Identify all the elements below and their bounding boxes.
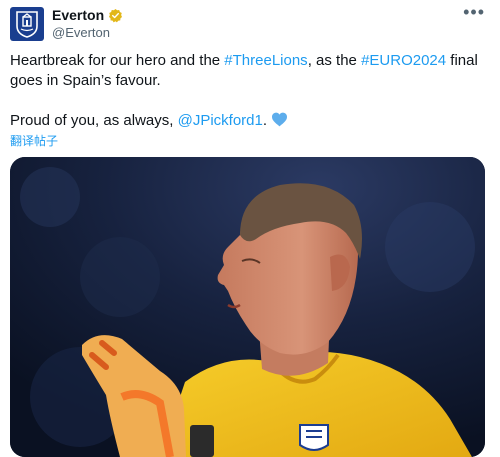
photo-goalkeeper-image	[10, 157, 485, 457]
display-name-row[interactable]: Everton	[52, 7, 123, 24]
text-segment: .	[262, 112, 272, 129]
tweet-text: Heartbreak for our hero and the #ThreeLi…	[10, 51, 490, 131]
text-segment: Heartbreak for our hero and the	[10, 52, 225, 69]
tweet-media[interactable]	[10, 157, 485, 457]
text-segment: Proud of you, as always,	[10, 112, 178, 129]
translate-post-link[interactable]: 翻译帖子	[10, 132, 58, 149]
tweet-line-1: Heartbreak for our hero and the #ThreeLi…	[10, 51, 490, 91]
everton-crest-icon	[16, 11, 38, 38]
avatar[interactable]	[10, 7, 44, 41]
display-name[interactable]: Everton	[52, 7, 104, 24]
hashtag-threelions[interactable]: #ThreeLions	[224, 52, 307, 69]
text-segment: , as the	[307, 52, 362, 69]
hashtag-euro2024[interactable]: #EURO2024	[361, 52, 446, 69]
tweet-line-2: Proud of you, as always, @JPickford1.	[10, 111, 490, 131]
blue-heart-icon	[272, 112, 288, 127]
more-options-icon[interactable]: •••	[463, 2, 485, 22]
verified-badge-icon	[109, 8, 123, 23]
user-handle[interactable]: @Everton	[52, 25, 110, 41]
tweet-card[interactable]: Everton @Everton ••• Heartbreak for our …	[0, 0, 500, 457]
mention-jpickford1[interactable]: @JPickford1	[178, 112, 263, 129]
